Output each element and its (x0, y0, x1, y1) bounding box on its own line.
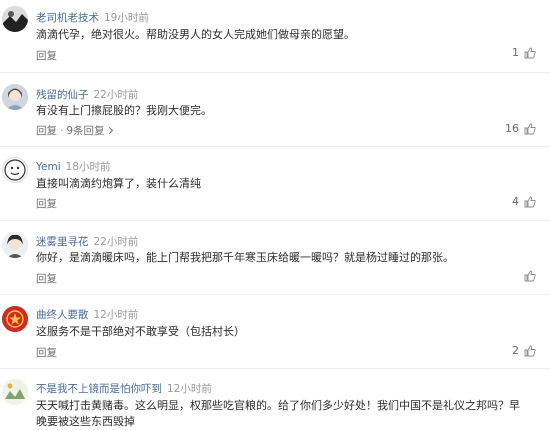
timestamp: 12小时前 (167, 383, 212, 395)
thumbs-up-icon (524, 196, 536, 208)
thumbs-up-icon (524, 123, 536, 135)
avatar[interactable] (2, 379, 28, 405)
comment-text: 直接叫滴滴约炮算了，装什么清纯 (36, 177, 201, 190)
comment-actions: 回复 (36, 345, 57, 360)
comment-actions: 回复 (36, 196, 57, 211)
username[interactable]: 曲终人要散 (36, 309, 89, 321)
divider (0, 72, 550, 73)
reply-button[interactable]: 回复 (36, 50, 57, 62)
like-button[interactable]: 2 (512, 344, 536, 357)
username[interactable]: 不是我不上镜而是怕你吓到 (36, 383, 162, 395)
avatar[interactable] (2, 6, 28, 32)
like-count: 4 (512, 195, 519, 208)
comment-meta: 曲终人要散 12小时前 (36, 307, 138, 322)
divider (0, 146, 550, 147)
divider (0, 368, 550, 369)
timestamp: 12小时前 (93, 309, 139, 321)
separator: · (60, 125, 64, 137)
avatar[interactable] (2, 157, 28, 183)
replies-label: 9条回复 (66, 125, 105, 137)
timestamp: 19小时前 (104, 12, 149, 24)
like-count: 1 (512, 46, 519, 59)
thumbs-up-icon (524, 47, 536, 59)
like-button[interactable] (519, 270, 536, 282)
comment-meta: 迷雾里寻花 22小时前 (36, 234, 138, 249)
comment-meta: Yemi 18小时前 (36, 159, 111, 174)
comment-actions: 回复 (36, 271, 57, 286)
timestamp: 18小时前 (65, 161, 111, 173)
reply-button[interactable]: 回复 (36, 125, 57, 137)
chevron-down-icon (105, 126, 113, 135)
username[interactable]: 迷雾里寻花 (36, 236, 89, 248)
timestamp: 22小时前 (93, 89, 139, 101)
comment-text-continued: 晚要被这些东西毁掉 (36, 415, 135, 428)
like-button[interactable]: 4 (512, 195, 536, 208)
avatar[interactable] (2, 84, 28, 110)
comment-text: 天天喊打击黄赌毒。这么明显，权那些吃官粮的。给了你们多少好处！我们中国不是礼仪之… (36, 399, 520, 412)
avatar[interactable] (2, 306, 28, 332)
like-button[interactable]: 16 (505, 122, 536, 135)
comment-text: 有没有上门擦屁股的？我刚大便完。 (36, 104, 212, 117)
username[interactable]: 老司机老技术 (36, 12, 99, 24)
comment-meta: 残留的仙子 22小时前 (36, 87, 138, 102)
like-count: 16 (505, 122, 519, 135)
comment-text: 这服务不是干部绝对不敢享受（包括村长） (36, 325, 245, 338)
username[interactable]: 残留的仙子 (36, 89, 89, 101)
username[interactable]: Yemi (36, 161, 61, 173)
divider (0, 294, 550, 295)
comment-meta: 不是我不上镜而是怕你吓到 12小时前 (36, 381, 212, 396)
comment-text: 你好，是滴滴暖床吗，能上门帮我把那千年寒玉床给暖一暖吗？就是杨过睡过的那张。 (36, 251, 454, 264)
thumbs-up-icon (524, 345, 536, 357)
reply-button[interactable]: 回复 (36, 347, 57, 359)
comment-meta: 老司机老技术 19小时前 (36, 10, 149, 25)
timestamp: 22小时前 (93, 236, 139, 248)
comment-text: 滴滴代孕，绝对很火。帮助没男人的女人完成她们做母亲的愿望。 (36, 28, 355, 41)
thumbs-up-icon (524, 270, 536, 282)
like-count: 2 (512, 344, 519, 357)
reply-button[interactable]: 回复 (36, 198, 57, 210)
avatar[interactable] (2, 232, 28, 258)
like-button[interactable]: 1 (512, 46, 536, 59)
view-replies-button[interactable]: 9条回复 (66, 125, 113, 137)
comment-actions: 回复 (36, 48, 57, 63)
comment-actions: 回复 · 9条回复 (36, 123, 113, 138)
divider (0, 220, 550, 221)
reply-button[interactable]: 回复 (36, 273, 57, 285)
